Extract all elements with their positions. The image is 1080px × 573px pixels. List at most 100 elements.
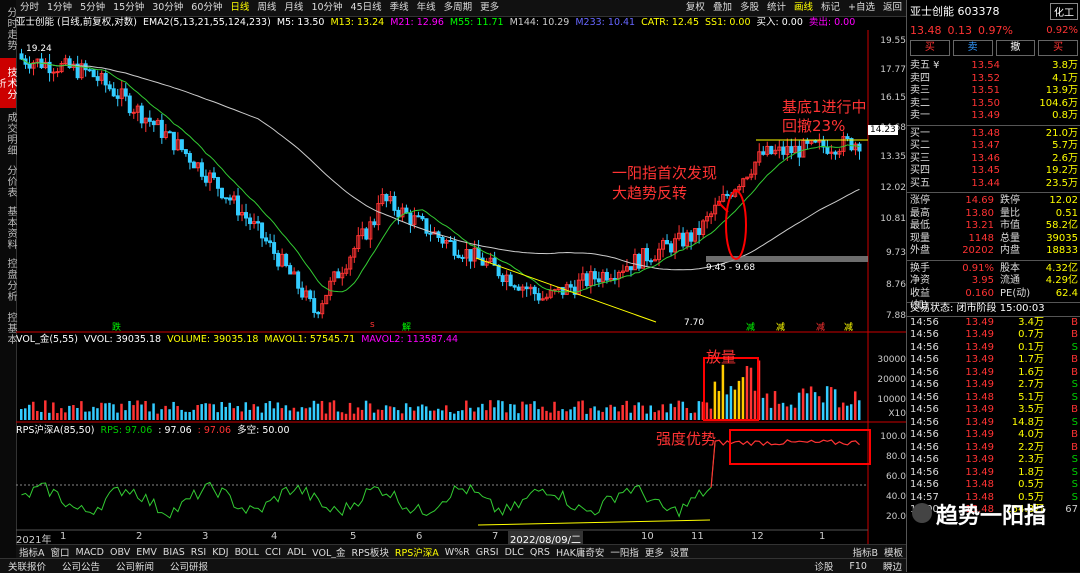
period-5min[interactable]: 5分钟 xyxy=(76,0,109,16)
volume-bar xyxy=(168,409,171,420)
volume-bar xyxy=(621,404,624,420)
candle-body xyxy=(179,139,184,151)
indicator-tab[interactable]: W%R xyxy=(442,547,473,558)
period-more[interactable]: 更多 xyxy=(476,0,503,16)
mark-button[interactable]: 标记 xyxy=(817,0,844,16)
indicator-tab[interactable]: ADL xyxy=(284,547,309,558)
add-watchlist-button[interactable]: +自选 xyxy=(844,0,879,16)
indicator-tab[interactable]: OBV xyxy=(107,547,133,558)
status-edge[interactable]: 瞬边 xyxy=(875,559,910,573)
tick-side: B xyxy=(1071,441,1078,453)
period-quarterly[interactable]: 季线 xyxy=(386,0,413,16)
left-tab-trades[interactable]: 成交明细 xyxy=(0,108,16,160)
indicator-tab[interactable]: 指标A xyxy=(16,545,48,559)
volume-bar xyxy=(813,392,817,420)
indicator-b-tab[interactable]: 指标B xyxy=(849,545,881,559)
back-button[interactable]: 返回 xyxy=(879,0,906,16)
period-monthly[interactable]: 月线 xyxy=(280,0,307,16)
indicator-tab[interactable]: GRSI xyxy=(473,547,502,558)
left-tab-basic[interactable]: 控基本 xyxy=(0,306,16,350)
volume-bar xyxy=(453,413,456,420)
status-link-quote[interactable]: 关联报价 xyxy=(0,559,54,573)
status-diagnose[interactable]: 诊股 xyxy=(806,559,841,573)
chart-area[interactable] xyxy=(16,30,906,544)
statistics-button[interactable]: 统计 xyxy=(763,0,790,16)
status-link-news[interactable]: 公司新闻 xyxy=(108,559,162,573)
indicator-tab[interactable]: 一阳指 xyxy=(607,545,642,559)
period-intraday[interactable]: 分时 xyxy=(16,0,43,16)
overlay-button[interactable]: 叠加 xyxy=(709,0,736,16)
volume-bar xyxy=(432,410,436,420)
candle-body xyxy=(372,221,377,226)
left-tab-price-table[interactable]: 分价表 xyxy=(0,160,16,202)
tick-side: B xyxy=(1071,316,1078,328)
status-link-announcement[interactable]: 公司公告 xyxy=(54,559,108,573)
volume-bar xyxy=(152,403,155,420)
bid-price: 13.48 xyxy=(971,127,1000,139)
ask-row: 卖五 ¥ 13.54 3.8万 xyxy=(907,60,1080,73)
indicator-tab[interactable]: 窗口 xyxy=(48,545,73,559)
indicator-tab[interactable]: BIAS xyxy=(160,547,188,558)
tick-volume: 1.6万 xyxy=(1018,366,1044,378)
indicator-tab[interactable]: BOLL xyxy=(232,547,262,558)
template-tab[interactable]: 模板 xyxy=(881,545,906,559)
time-tick: 1 xyxy=(819,531,826,542)
indicator-tab[interactable]: 设置 xyxy=(667,545,692,559)
ask-label: 卖五 ¥ xyxy=(910,60,940,71)
adjust-button[interactable]: 复权 xyxy=(682,0,709,16)
period-10min[interactable]: 10分钟 xyxy=(307,0,346,16)
buy-button-2[interactable]: 买 xyxy=(1038,40,1078,56)
period-45day[interactable]: 45日线 xyxy=(347,0,386,16)
volume-bar xyxy=(445,405,448,420)
cancel-button[interactable]: 撤 xyxy=(995,40,1036,56)
period-weekly[interactable]: 周线 xyxy=(253,0,280,16)
multi-stock-button[interactable]: 多股 xyxy=(736,0,763,16)
stat-row: 换手 0.91% 股本 4.32亿 xyxy=(907,263,1080,276)
candle-body xyxy=(19,53,24,60)
period-multi[interactable]: 多周期 xyxy=(440,0,477,16)
indicator-tab[interactable]: CCI xyxy=(262,547,284,558)
m21-value: M21: 12.96 xyxy=(390,17,444,28)
buy-button[interactable]: 买 xyxy=(910,40,950,56)
indicator-tab[interactable]: RPS板块 xyxy=(349,545,392,559)
candle-body xyxy=(813,139,818,143)
indicator-tab[interactable]: QRS xyxy=(527,547,553,558)
volume-bar xyxy=(829,387,833,420)
volume-bar xyxy=(108,402,111,420)
volume-bar xyxy=(805,393,809,420)
period-60min[interactable]: 60分钟 xyxy=(187,0,226,16)
period-yearly[interactable]: 年线 xyxy=(413,0,440,16)
left-tab-fundamentals[interactable]: 基本资料 xyxy=(0,202,16,254)
bid-row: 买一 13.48 21.0万 xyxy=(907,128,1080,141)
volume-bar xyxy=(837,407,841,420)
left-tab-control[interactable]: 控盘分析 xyxy=(0,254,16,306)
indicator-tab[interactable]: HAK庸奇安 xyxy=(553,545,607,559)
indicator-tab[interactable]: 更多 xyxy=(642,545,667,559)
period-15min[interactable]: 15分钟 xyxy=(109,0,148,16)
volume-bar xyxy=(304,408,308,420)
indicator-tab[interactable]: DLC xyxy=(502,547,527,558)
left-tab-intraday[interactable]: 分时走势 xyxy=(0,0,16,58)
quote-stats: 涨停 14.69 跌停 12.02 最高 13.80 量比 0.51 最低 13.21 市值 58.2… xyxy=(907,193,1080,261)
volume-bar xyxy=(368,403,372,420)
period-1min[interactable]: 1分钟 xyxy=(43,0,76,16)
period-30min[interactable]: 30分钟 xyxy=(148,0,187,16)
left-tab-technical[interactable]: 技术分析 xyxy=(0,58,16,108)
indicator-tab[interactable]: KDJ xyxy=(209,547,231,558)
status-f10[interactable]: F10 xyxy=(841,561,875,572)
period-daily[interactable]: 日线 xyxy=(226,0,253,16)
candle-body xyxy=(396,209,401,218)
time-tick: 3 xyxy=(202,531,209,542)
indicator-tab[interactable]: EMV xyxy=(133,547,160,558)
sell-button[interactable]: 卖 xyxy=(952,40,993,56)
indicator-tab[interactable]: RSI xyxy=(188,547,209,558)
volume-bar xyxy=(436,408,440,420)
indicator-tab[interactable]: VOL_金 xyxy=(309,545,348,559)
status-link-research[interactable]: 公司研报 xyxy=(162,559,216,573)
stat-value: 4.29亿 xyxy=(1045,275,1078,286)
volume-bar xyxy=(48,412,51,420)
indicator-tab[interactable]: MACD xyxy=(73,547,107,558)
indicator-tab-selected[interactable]: RPS沪深A xyxy=(392,545,442,559)
draw-line-button[interactable]: 画线 xyxy=(790,0,817,16)
industry-tag[interactable]: 化工 xyxy=(1050,2,1078,20)
